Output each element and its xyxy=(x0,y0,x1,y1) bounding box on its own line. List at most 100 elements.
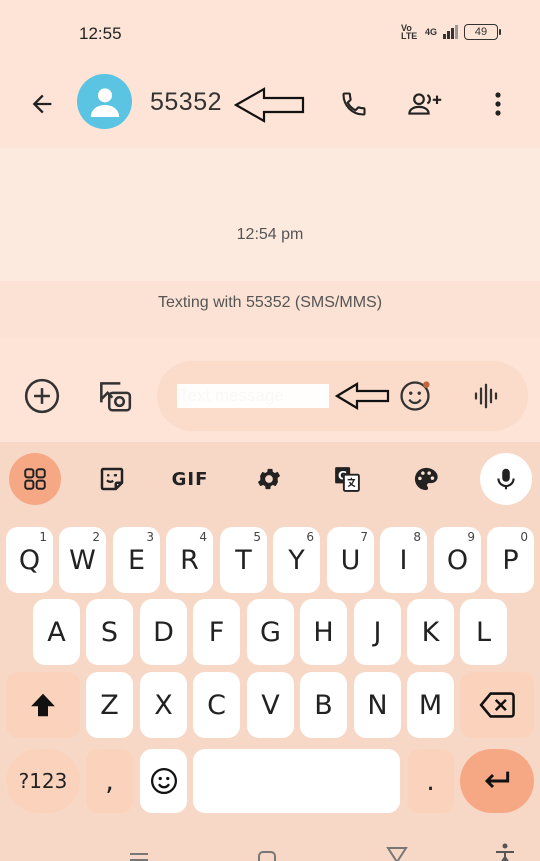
contact-name[interactable]: 55352 xyxy=(150,88,222,117)
palette-icon[interactable] xyxy=(400,453,452,505)
compose-bar xyxy=(0,338,540,442)
gif-label: GIF xyxy=(171,468,209,490)
voice-icon[interactable] xyxy=(466,376,506,416)
key-label: W xyxy=(69,544,96,576)
shift-icon xyxy=(31,693,55,717)
key-label: T xyxy=(235,544,252,576)
period-key[interactable]: . xyxy=(407,749,454,813)
key-t[interactable]: T5 xyxy=(220,527,267,593)
contact-avatar-icon[interactable] xyxy=(77,74,132,129)
key-i[interactable]: I8 xyxy=(380,527,427,593)
add-person-icon[interactable] xyxy=(407,86,443,122)
translate-icon[interactable]: G xyxy=(321,453,373,505)
message-timestamp: 12:54 pm xyxy=(236,226,304,243)
key-c[interactable]: C xyxy=(193,672,240,738)
app-bar: 55352 xyxy=(0,68,540,148)
key-s[interactable]: S xyxy=(86,599,133,665)
key-hint: 0 xyxy=(520,530,528,544)
key-hint: 3 xyxy=(146,530,154,544)
key-hint: 7 xyxy=(360,530,368,544)
backspace-icon xyxy=(479,692,515,718)
back-nav-icon[interactable] xyxy=(386,842,408,861)
key-label: O xyxy=(446,544,469,576)
keyboard: GIF G Q1 W2 E3 R4 T5 Y6 U7 I8 O9 P0 A S … xyxy=(0,442,540,861)
enter-key[interactable] xyxy=(460,749,534,813)
key-hint: 8 xyxy=(413,530,421,544)
key-hint: 5 xyxy=(253,530,261,544)
key-q[interactable]: Q1 xyxy=(6,527,53,593)
apps-grid-icon[interactable] xyxy=(9,453,61,505)
back-arrow-icon[interactable] xyxy=(26,88,58,120)
key-g[interactable]: G xyxy=(247,599,294,665)
network-indicator: 4G xyxy=(424,27,437,37)
volte-indicator: Vo LTE xyxy=(400,23,418,41)
key-hint: 6 xyxy=(306,530,314,544)
mic-icon[interactable] xyxy=(480,453,532,505)
key-h[interactable]: H xyxy=(300,599,347,665)
keyboard-toolbar: GIF G xyxy=(0,442,540,512)
signal-icon xyxy=(443,25,458,39)
annotation-arrow-icon xyxy=(234,87,305,123)
key-hint: 4 xyxy=(199,530,207,544)
sticker-icon[interactable] xyxy=(86,453,138,505)
key-label: U xyxy=(340,544,361,576)
comma-key[interactable]: , xyxy=(86,749,133,813)
key-r[interactable]: R4 xyxy=(166,527,213,593)
key-x[interactable]: X xyxy=(140,672,187,738)
key-hint: 2 xyxy=(92,530,100,544)
status-bar: 12:55 Vo LTE 4G 49 xyxy=(0,0,540,68)
battery-icon: 49 xyxy=(464,24,501,40)
symbols-key[interactable]: ?123 xyxy=(6,749,80,813)
recents-nav-icon[interactable] xyxy=(128,846,150,861)
key-b[interactable]: B xyxy=(300,672,347,738)
message-field[interactable] xyxy=(157,361,528,431)
key-e[interactable]: E3 xyxy=(113,527,160,593)
enter-icon xyxy=(484,771,510,789)
shift-key[interactable] xyxy=(6,672,80,738)
texting-info: Texting with 55352 (SMS/MMS) xyxy=(157,294,383,311)
key-k[interactable]: K xyxy=(407,599,454,665)
add-circle-icon[interactable] xyxy=(22,376,62,416)
status-icons: Vo LTE 4G 49 xyxy=(400,23,501,41)
conversation-area: 12:54 pm Texting with 55352 (SMS/MMS) xyxy=(0,148,540,338)
annotation-arrow-icon xyxy=(335,382,390,410)
key-w[interactable]: W2 xyxy=(59,527,106,593)
key-label: P xyxy=(502,544,519,576)
key-a[interactable]: A xyxy=(33,599,80,665)
key-z[interactable]: Z xyxy=(86,672,133,738)
settings-icon[interactable] xyxy=(243,453,295,505)
key-d[interactable]: D xyxy=(140,599,187,665)
key-f[interactable]: F xyxy=(193,599,240,665)
key-m[interactable]: M xyxy=(407,672,454,738)
gif-icon[interactable]: GIF xyxy=(164,453,216,505)
key-label: R xyxy=(180,544,199,576)
key-u[interactable]: U7 xyxy=(327,527,374,593)
accessibility-icon[interactable] xyxy=(494,843,516,861)
key-label: I xyxy=(399,544,408,576)
key-l[interactable]: L xyxy=(460,599,507,665)
key-label: E xyxy=(127,544,146,576)
key-y[interactable]: Y6 xyxy=(273,527,320,593)
key-j[interactable]: J xyxy=(354,599,401,665)
home-nav-icon[interactable] xyxy=(257,846,279,861)
emoji-icon[interactable] xyxy=(395,376,435,416)
texting-info-band: Texting with 55352 (SMS/MMS) xyxy=(0,281,540,338)
phone-icon[interactable] xyxy=(336,86,372,122)
key-n[interactable]: N xyxy=(354,672,401,738)
backspace-key[interactable] xyxy=(460,672,534,738)
redaction-overlay xyxy=(177,384,329,408)
emoji-key[interactable] xyxy=(140,749,187,813)
key-p[interactable]: P0 xyxy=(487,527,534,593)
key-label: Y xyxy=(288,544,305,576)
gallery-icon[interactable] xyxy=(94,376,134,416)
key-hint: 9 xyxy=(467,530,475,544)
key-hint: 1 xyxy=(39,530,47,544)
key-o[interactable]: O9 xyxy=(434,527,481,593)
space-key[interactable] xyxy=(193,749,400,813)
more-vert-icon[interactable] xyxy=(480,86,516,122)
navigation-bar xyxy=(0,838,540,861)
emoji-icon xyxy=(150,768,177,794)
status-time: 12:55 xyxy=(79,24,122,43)
key-label: Q xyxy=(18,544,41,576)
key-v[interactable]: V xyxy=(247,672,294,738)
